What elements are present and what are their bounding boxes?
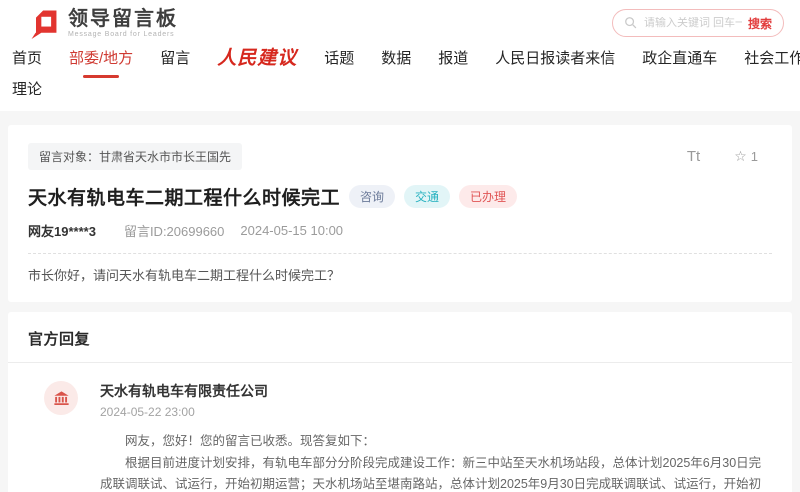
search-button[interactable]: 搜索 bbox=[742, 15, 772, 32]
nav-row-2: 理论 bbox=[12, 79, 788, 101]
org-name: 天水有轨电车有限责任公司 bbox=[100, 381, 268, 401]
favorite-count: 1 bbox=[751, 149, 758, 164]
author-name: 网友19****3 bbox=[28, 221, 96, 240]
top-header: 领导留言板 Message Board for Leaders 搜索 bbox=[0, 0, 800, 46]
site-subtitle: Message Board for Leaders bbox=[68, 31, 178, 38]
nav-item-social-work[interactable]: 社会工作 bbox=[744, 48, 800, 70]
message-target-chip: 留言对象：甘肃省天水市市长王国先 bbox=[28, 143, 242, 170]
site-logo[interactable]: 领导留言板 Message Board for Leaders bbox=[28, 7, 178, 39]
nav-row-1: 首页 部委/地方 留言 人民建议 话题 数据 报道 人民日报读者来信 政企直通车… bbox=[12, 48, 788, 70]
dotted-divider bbox=[28, 253, 772, 254]
message-title: 天水有轨电车二期工程什么时候完工 bbox=[28, 183, 340, 210]
org-avatar bbox=[44, 381, 78, 415]
logo-icon bbox=[28, 7, 60, 39]
search-box[interactable]: 搜索 bbox=[612, 9, 784, 37]
message-card: 留言对象：甘肃省天水市市长王国先 Tt ☆ 1 天水有轨电车二期工程什么时候完工… bbox=[8, 125, 792, 302]
nav-item-people-suggestions[interactable]: 人民建议 bbox=[217, 48, 297, 70]
reply-divider bbox=[8, 362, 792, 363]
site-title: 领导留言板 bbox=[68, 9, 178, 29]
official-reply-card: 官方回复 天水有轨电车有限责任公司 2024-05-22 23:00 网友，您好… bbox=[8, 312, 792, 492]
reply-paragraph: 网友，您好！您的留言已收悉。现答复如下： bbox=[100, 431, 764, 452]
message-content: 市长你好，请问天水有轨电车二期工程什么时候完工？ bbox=[28, 266, 772, 286]
nav-item-topics[interactable]: 话题 bbox=[324, 48, 354, 70]
official-reply-heading: 官方回复 bbox=[28, 328, 772, 349]
font-size-icon[interactable]: Tt bbox=[687, 148, 700, 165]
nav-item-theory[interactable]: 理论 bbox=[12, 79, 42, 101]
search-input[interactable] bbox=[644, 17, 742, 29]
search-icon bbox=[624, 16, 638, 30]
tag-traffic: 交通 bbox=[404, 185, 450, 208]
favorite-button[interactable]: ☆ 1 bbox=[734, 148, 758, 165]
nav-item-home[interactable]: 首页 bbox=[12, 48, 42, 70]
nav-item-messages[interactable]: 留言 bbox=[160, 48, 190, 70]
government-building-icon bbox=[52, 389, 71, 408]
nav-item-ministries-regions[interactable]: 部委/地方 bbox=[69, 48, 133, 70]
tag-consult: 咨询 bbox=[349, 185, 395, 208]
nav-item-reports[interactable]: 报道 bbox=[438, 48, 468, 70]
star-icon: ☆ bbox=[734, 148, 747, 165]
status-badge-handled: 已办理 bbox=[459, 185, 517, 208]
reply-datetime: 2024-05-22 23:00 bbox=[100, 405, 268, 419]
nav-item-reader-letters[interactable]: 人民日报读者来信 bbox=[495, 48, 615, 70]
page-content: 留言对象：甘肃省天水市市长王国先 Tt ☆ 1 天水有轨电车二期工程什么时候完工… bbox=[0, 111, 800, 492]
reply-content: 网友，您好！您的留言已收悉。现答复如下： 根据目前进度计划安排，有轨电车部分分阶… bbox=[100, 431, 764, 492]
message-datetime: 2024-05-15 10:00 bbox=[240, 223, 343, 238]
message-id: 留言ID:20699660 bbox=[124, 221, 224, 240]
reply-paragraph: 根据目前进度计划安排，有轨电车部分分阶段完成建设工作：新三中站至天水机场站段，总… bbox=[100, 453, 764, 492]
nav-item-data[interactable]: 数据 bbox=[381, 48, 411, 70]
nav-item-gov-business-line[interactable]: 政企直通车 bbox=[642, 48, 717, 70]
main-navigation: 首页 部委/地方 留言 人民建议 话题 数据 报道 人民日报读者来信 政企直通车… bbox=[0, 46, 800, 111]
